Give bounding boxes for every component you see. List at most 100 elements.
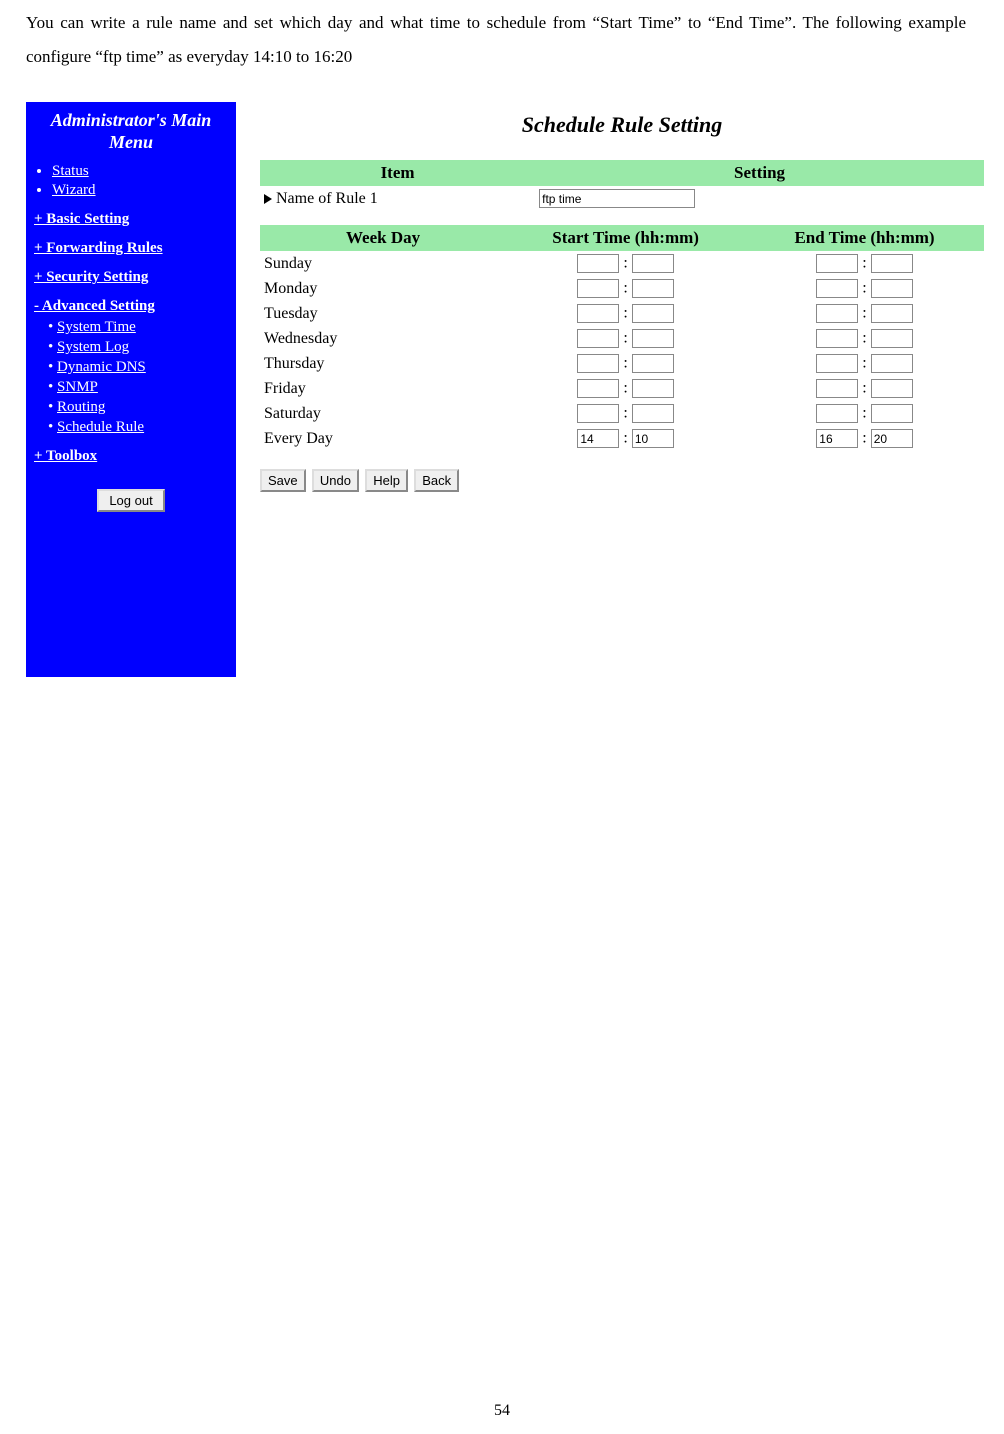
logout-button[interactable]: Log out (97, 489, 164, 512)
sidebar-item-status[interactable]: Status (52, 163, 228, 180)
end-time-cell: : (745, 251, 984, 276)
weekday-cell: Saturday (260, 401, 506, 426)
sidebar-item-wizard[interactable]: Wizard (52, 182, 228, 199)
start-time-cell: : (506, 251, 745, 276)
end-hour-input[interactable] (816, 254, 858, 273)
end-hour-input[interactable] (816, 379, 858, 398)
table-row: Every Day : : (260, 426, 984, 451)
start-hour-input[interactable] (577, 304, 619, 323)
start-min-input[interactable] (632, 304, 674, 323)
end-hour-input[interactable] (816, 329, 858, 348)
end-min-input[interactable] (871, 254, 913, 273)
end-min-input[interactable] (871, 279, 913, 298)
schedule-table: Week Day Start Time (hh:mm) End Time (hh… (260, 225, 984, 451)
end-min-input[interactable] (871, 304, 913, 323)
table-row: Friday : : (260, 376, 984, 401)
end-hour-input[interactable] (816, 304, 858, 323)
table-row: Wednesday : : (260, 326, 984, 351)
sidebar-advanced-list: System Time System Log Dynamic DNS SNMP … (34, 319, 228, 436)
sidebar-title: Administrator's Main Menu (34, 110, 228, 153)
page-number: 54 (0, 1402, 1004, 1420)
start-hour-input[interactable] (577, 279, 619, 298)
rule-name-label: Name of Rule 1 (276, 190, 378, 207)
sidebar-item-label: System Log (57, 339, 129, 355)
end-time-cell: : (745, 401, 984, 426)
weekday-cell: Wednesday (260, 326, 506, 351)
end-hour-input[interactable] (816, 279, 858, 298)
end-min-input[interactable] (871, 429, 913, 448)
sidebar-item-snmp[interactable]: SNMP (48, 379, 228, 396)
end-min-input[interactable] (871, 354, 913, 373)
sidebar-title-line2: Menu (109, 132, 153, 152)
start-min-input[interactable] (632, 329, 674, 348)
button-row: Save Undo Help Back (260, 469, 984, 492)
sidebar-item-label: SNMP (57, 379, 98, 395)
start-time-cell: : (506, 351, 745, 376)
end-time-cell: : (745, 301, 984, 326)
start-time-cell: : (506, 426, 745, 451)
end-hour-input[interactable] (816, 354, 858, 373)
rule-name-value-cell (535, 186, 984, 211)
start-time-cell: : (506, 276, 745, 301)
rule-id-table: Item Setting Name of Rule 1 (260, 160, 984, 211)
sidebar-section-forwarding[interactable]: + Forwarding Rules (34, 240, 228, 257)
start-hour-input[interactable] (577, 254, 619, 273)
sidebar-item-label: Dynamic DNS (57, 359, 146, 375)
start-min-input[interactable] (632, 404, 674, 423)
end-min-input[interactable] (871, 404, 913, 423)
sidebar-item-dynamic-dns[interactable]: Dynamic DNS (48, 359, 228, 376)
table-row: Sunday : : (260, 251, 984, 276)
sidebar-item-routing[interactable]: Routing (48, 399, 228, 416)
sidebar-section-security[interactable]: + Security Setting (34, 269, 228, 286)
start-time-header: Start Time (hh:mm) (506, 225, 745, 251)
start-time-cell: : (506, 326, 745, 351)
start-min-input[interactable] (632, 279, 674, 298)
end-hour-input[interactable] (816, 404, 858, 423)
table-row: Monday : : (260, 276, 984, 301)
weekday-header: Week Day (260, 225, 506, 251)
end-time-cell: : (745, 351, 984, 376)
start-hour-input[interactable] (577, 429, 619, 448)
sidebar-item-label: Routing (57, 399, 105, 415)
back-button[interactable]: Back (414, 469, 459, 492)
end-time-cell: : (745, 376, 984, 401)
screenshot: Administrator's Main Menu Status Wizard … (26, 102, 984, 677)
setting-header: Setting (535, 160, 984, 186)
sidebar: Administrator's Main Menu Status Wizard … (26, 102, 236, 677)
sidebar-section-toolbox[interactable]: + Toolbox (34, 448, 228, 465)
save-button[interactable]: Save (260, 469, 306, 492)
help-button[interactable]: Help (365, 469, 408, 492)
sidebar-section-advanced[interactable]: - Advanced Setting (34, 298, 228, 315)
intro-text: You can write a rule name and set which … (26, 6, 984, 74)
start-min-input[interactable] (632, 354, 674, 373)
start-min-input[interactable] (632, 429, 674, 448)
main-panel: Schedule Rule Setting Item Setting Name … (236, 102, 984, 492)
triangle-icon (264, 194, 272, 204)
sidebar-section-basic[interactable]: + Basic Setting (34, 211, 228, 228)
end-min-input[interactable] (871, 329, 913, 348)
sidebar-title-line1: Administrator's Main (51, 110, 212, 130)
start-hour-input[interactable] (577, 354, 619, 373)
weekday-cell: Tuesday (260, 301, 506, 326)
end-hour-input[interactable] (816, 429, 858, 448)
start-time-cell: : (506, 401, 745, 426)
sidebar-item-system-time[interactable]: System Time (48, 319, 228, 336)
start-hour-input[interactable] (577, 329, 619, 348)
weekday-cell: Every Day (260, 426, 506, 451)
end-time-header: End Time (hh:mm) (745, 225, 984, 251)
start-min-input[interactable] (632, 254, 674, 273)
weekday-cell: Sunday (260, 251, 506, 276)
start-hour-input[interactable] (577, 404, 619, 423)
end-min-input[interactable] (871, 379, 913, 398)
rule-name-input[interactable] (539, 189, 695, 208)
table-row: Thursday : : (260, 351, 984, 376)
end-time-cell: : (745, 426, 984, 451)
sidebar-item-schedule-rule[interactable]: Schedule Rule (48, 419, 228, 436)
undo-button[interactable]: Undo (312, 469, 359, 492)
weekday-cell: Monday (260, 276, 506, 301)
start-time-cell: : (506, 301, 745, 326)
start-min-input[interactable] (632, 379, 674, 398)
start-hour-input[interactable] (577, 379, 619, 398)
sidebar-item-system-log[interactable]: System Log (48, 339, 228, 356)
weekday-cell: Thursday (260, 351, 506, 376)
